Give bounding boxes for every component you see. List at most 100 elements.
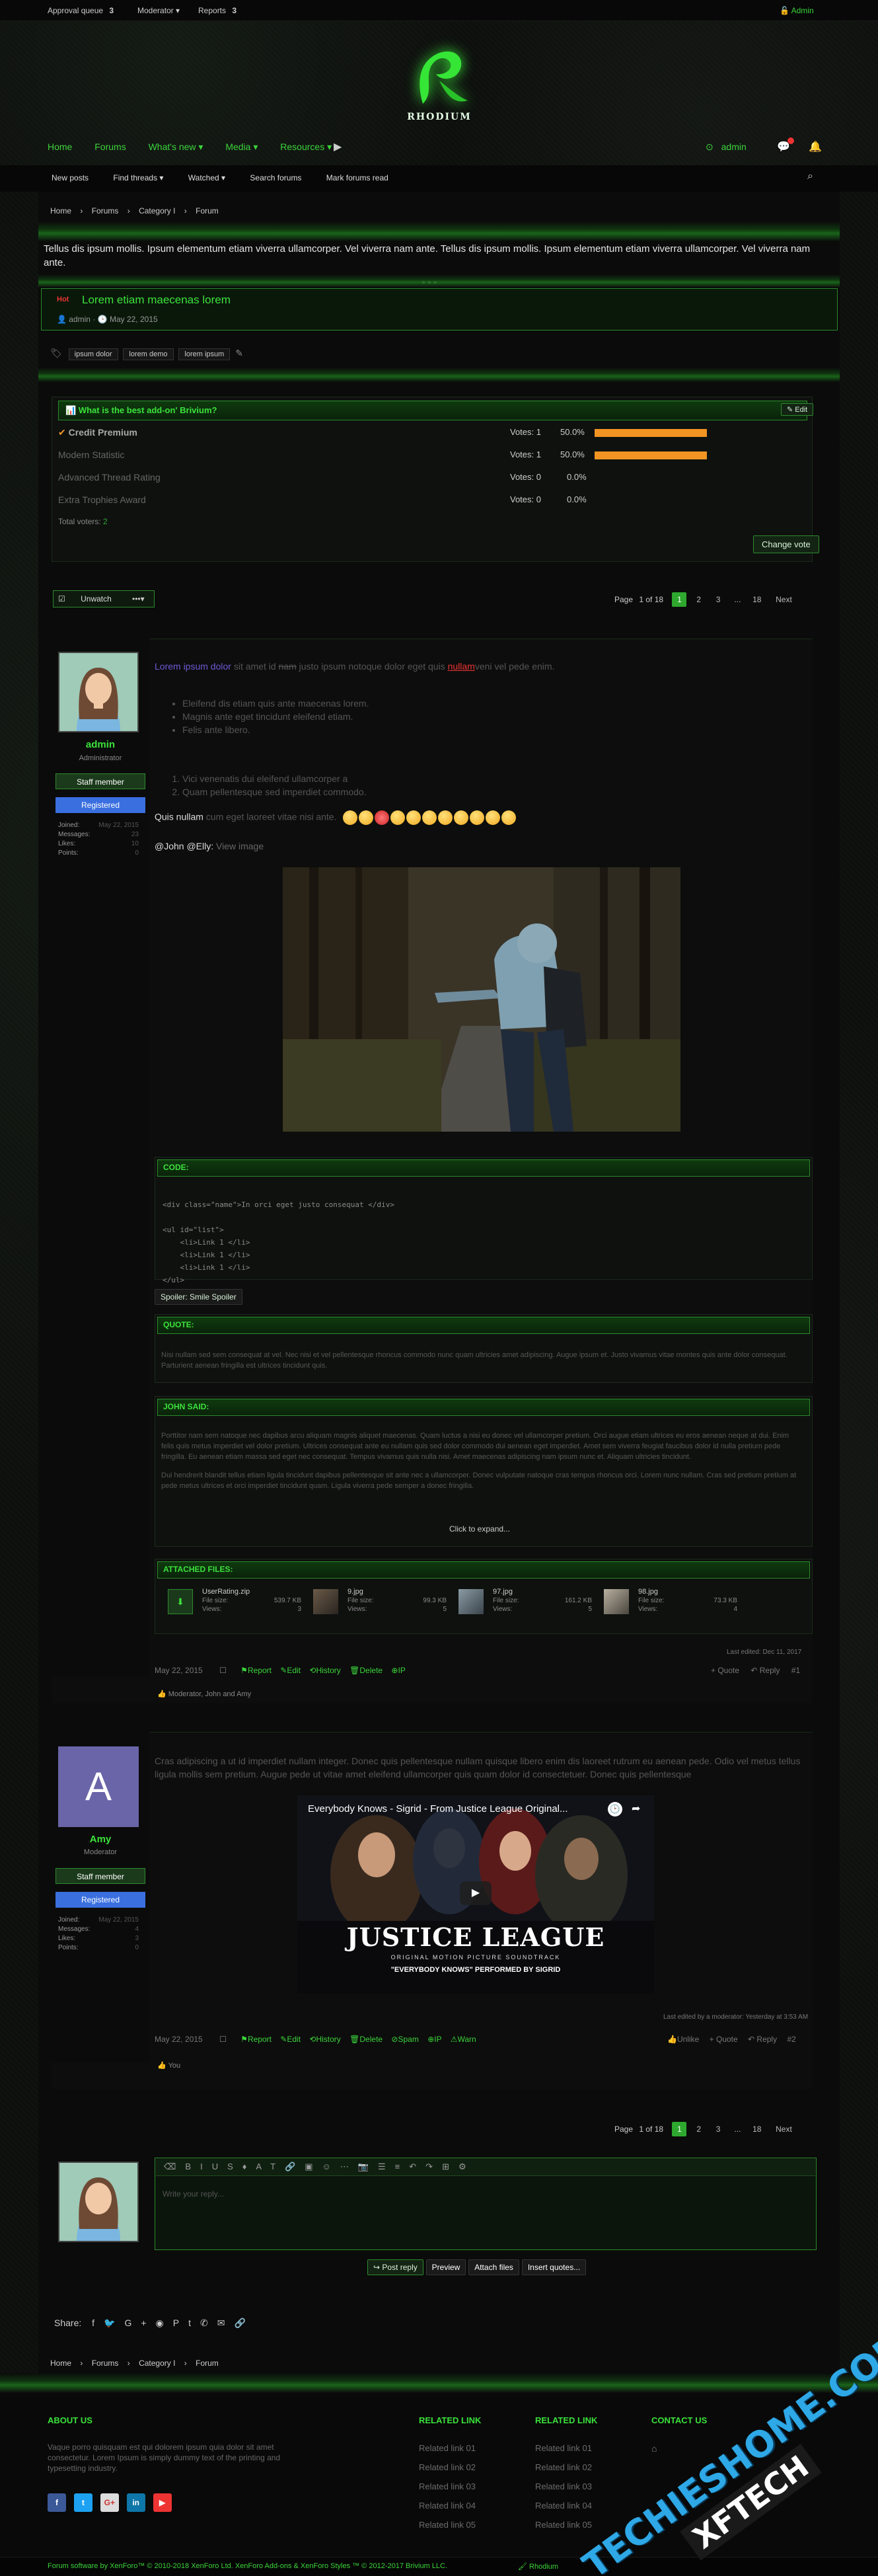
page-ellipsis[interactable]: ... (730, 2122, 745, 2136)
admin-link[interactable]: 🔓 Admin (780, 6, 814, 15)
nav-user[interactable]: ⊙ admin (706, 141, 747, 153)
warn-action[interactable]: ⚠Warn (451, 2035, 476, 2044)
crumb-forum[interactable]: Forum (196, 206, 219, 215)
history-action[interactable]: ⟲History (309, 1666, 340, 1675)
page-ellipsis[interactable]: ... (730, 592, 745, 607)
edit-tags-icon[interactable]: ✎ (235, 348, 243, 358)
view-image-link[interactable]: View image (216, 841, 264, 851)
ip-action[interactable]: ⊕IP (391, 1666, 405, 1675)
tumblr-icon[interactable]: t (188, 2318, 200, 2328)
unlike-action[interactable]: 👍Unlike (667, 2035, 699, 2044)
poll-edit-button[interactable]: ✎ Edit (781, 403, 814, 416)
moderator-menu[interactable]: Moderator ▾ (137, 6, 180, 15)
crumb-category[interactable]: Category I (139, 206, 175, 215)
post-reply-button[interactable]: ↪ Post reply (367, 2259, 423, 2275)
delete-action[interactable]: 🗑Delete (349, 1666, 383, 1675)
play-button[interactable]: ▶ (460, 1881, 492, 1905)
change-vote-button[interactable]: Change vote (753, 535, 819, 553)
image-icon[interactable]: ▣ (305, 2162, 322, 2171)
click-to-expand[interactable]: Click to expand... (449, 1524, 510, 1534)
post-2-date[interactable]: May 22, 2015 (155, 2035, 203, 2044)
crumb-forums[interactable]: Forums (92, 206, 119, 215)
post-number[interactable]: #2 (787, 2035, 795, 2044)
page-link[interactable]: 1 (672, 592, 687, 607)
alerts-icon[interactable]: 🔔 (809, 140, 822, 153)
spoiler-button[interactable]: Spoiler: Smile Spoiler (155, 1289, 242, 1305)
sub-watched[interactable]: Watched ▾ (188, 173, 225, 182)
select-checkbox[interactable]: ☐ (219, 2035, 227, 2044)
font-size-icon[interactable]: A (256, 2162, 270, 2171)
footer-link[interactable]: Related link 04 (419, 2501, 476, 2511)
link-icon[interactable]: 🔗 (234, 2318, 254, 2328)
crumb-forum[interactable]: Forum (196, 2359, 219, 2368)
linkedin-icon[interactable]: in (126, 2493, 145, 2512)
nav-arrow-icon[interactable]: ▶ (334, 140, 342, 153)
video-embed[interactable]: Everybody Knows - Sigrid - From Justice … (297, 1795, 654, 1994)
reply-input[interactable]: Write your reply... (163, 2189, 224, 2199)
more-options-button[interactable]: •••▾ (132, 594, 145, 604)
page-link[interactable]: 3 (711, 2122, 725, 2136)
expand-icon[interactable]: ⊞ (442, 2162, 458, 2171)
google-plus-icon[interactable]: G+ (124, 2318, 155, 2328)
approval-queue-link[interactable]: Approval queue 3 (48, 6, 114, 15)
post-2-username[interactable]: Amy (52, 1834, 149, 1845)
smilie-icon[interactable]: ☺ (322, 2162, 340, 2171)
reports-link[interactable]: Reports 3 (198, 6, 237, 15)
bold-icon[interactable]: B (185, 2162, 200, 2171)
tag-item[interactable]: lorem ipsum (178, 348, 231, 360)
email-icon[interactable]: ✉ (217, 2318, 235, 2328)
attachment-item[interactable]: 98.jpg File size: 73.3 KB Views: 4 (604, 1588, 743, 1616)
redo-icon[interactable]: ↷ (425, 2162, 442, 2171)
facebook-icon[interactable]: f (48, 2493, 66, 2512)
attachment-item[interactable]: 9.jpg File size: 99.3 KB Views: 5 (313, 1588, 452, 1616)
facebook-icon[interactable]: f (92, 2318, 104, 2328)
share-arrow-icon[interactable]: ➦ (632, 1802, 640, 1815)
page-link[interactable]: 1 (672, 2122, 687, 2136)
edit-action[interactable]: ✎Edit (280, 2035, 301, 2044)
insert-quotes-button[interactable]: Insert quotes... (521, 2259, 587, 2275)
strike-icon[interactable]: S (227, 2162, 242, 2171)
sub-search-forums[interactable]: Search forums (250, 173, 301, 182)
quote-action[interactable]: + Quote (711, 1666, 739, 1675)
nav-media[interactable]: Media ▾ (225, 141, 258, 152)
footer-link[interactable]: Related link 05 (419, 2520, 476, 2530)
list-icon[interactable]: ☰ (378, 2162, 395, 2171)
clock-icon[interactable]: 🕑 (608, 1802, 622, 1816)
next-page[interactable]: Next (776, 592, 792, 607)
google-plus-icon[interactable]: G+ (100, 2493, 119, 2512)
sub-mark-read[interactable]: Mark forums read (326, 173, 388, 182)
post-1-username[interactable]: admin (52, 739, 149, 750)
link-icon[interactable]: 🔗 (285, 2162, 305, 2171)
footer-link[interactable]: Related link 02 (419, 2462, 476, 2472)
attachment-item[interactable]: 97.jpg File size: 161.2 KB Views: 5 (458, 1588, 597, 1616)
italic-icon[interactable]: I (200, 2162, 212, 2171)
crumb-home[interactable]: Home (50, 2359, 71, 2368)
pinterest-icon[interactable]: P (173, 2318, 188, 2328)
tag-item[interactable]: ipsum dolor (68, 348, 118, 360)
quote-action[interactable]: + Quote (710, 2035, 738, 2044)
eraser-icon[interactable]: ⌫ (164, 2162, 185, 2171)
twitter-icon[interactable]: t (73, 2493, 92, 2512)
avatar[interactable]: A (58, 1746, 139, 1827)
delete-action[interactable]: 🗑Delete (349, 2035, 383, 2044)
next-page[interactable]: Next (776, 2122, 792, 2136)
history-action[interactable]: ⟲History (309, 2035, 340, 2044)
footer-link[interactable]: Related link 02 (535, 2462, 592, 2472)
nav-home[interactable]: Home (48, 141, 72, 152)
report-action[interactable]: ⚑Report (240, 1666, 272, 1675)
footer-link[interactable]: Related link 01 (419, 2443, 476, 2453)
edit-action[interactable]: ✎Edit (280, 1666, 301, 1675)
attach-files-button[interactable]: Attach files (468, 2259, 519, 2275)
video-title[interactable]: Everybody Knows - Sigrid - From Justice … (308, 1803, 568, 1815)
twitter-icon[interactable]: 🐦 (104, 2318, 124, 2328)
avatar[interactable] (58, 652, 139, 732)
page-link[interactable]: 3 (711, 592, 725, 607)
post-1-image[interactable] (283, 867, 680, 1132)
sub-new-posts[interactable]: New posts (52, 173, 89, 182)
page-link[interactable]: 18 (750, 592, 764, 607)
ip-action[interactable]: ⊕IP (427, 2035, 441, 2044)
nav-forums[interactable]: Forums (94, 141, 126, 152)
style-chooser[interactable]: 🖌 Rhodium (518, 2562, 558, 2571)
youtube-icon[interactable]: ▶ (153, 2493, 172, 2512)
attachment-item[interactable]: ⬇ UserRating.zip File size: 539.7 KB View… (168, 1588, 307, 1616)
